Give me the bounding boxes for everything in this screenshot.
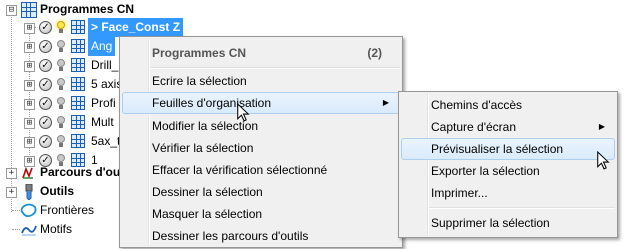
lightbulb-icon[interactable] <box>57 78 65 91</box>
menu-item-label: Ecrire la sélection <box>152 74 247 88</box>
tree-guide-line <box>12 229 20 230</box>
tree-node-label: Outils <box>40 184 75 198</box>
tree-node-label: 5 axis <box>91 77 123 91</box>
mouse-cursor-icon <box>597 151 610 170</box>
menu-item-label: Vérifier la sélection <box>152 141 254 155</box>
tree-node-label: Parcours d'outi <box>40 165 128 179</box>
tree-node-programmes-cn[interactable]: ⊟ Programmes CN <box>0 0 140 19</box>
nc-program-icon <box>71 96 85 110</box>
menu-item-draw-toolpaths[interactable]: Dessiner les parcours d'outils <box>122 225 400 247</box>
submenu: Chemins d'accès Capture d'écran ▶ Prévis… <box>398 91 618 238</box>
expand-icon[interactable]: ⊞ <box>24 118 35 129</box>
lightbulb-icon[interactable] <box>57 97 65 110</box>
menu-item-delete-selection[interactable]: Supprimer la sélection <box>401 212 615 234</box>
tree-node-label: Programmes CN <box>40 2 135 16</box>
menu-item-label: Capture d'écran <box>431 120 517 134</box>
tool-icon <box>25 184 33 200</box>
menu-item-preview-selection[interactable]: Prévisualiser la sélection <box>401 138 615 160</box>
check-icon[interactable]: ✓ <box>39 21 52 34</box>
menu-item-setup-sheets[interactable]: Feuilles d'organisation ▶ <box>122 92 400 114</box>
context-menu: Programmes CN (2) Ecrire la sélection Fe… <box>119 36 403 248</box>
toolpath-icon <box>22 166 33 179</box>
tree-node-label: Frontières <box>40 203 95 217</box>
menu-item-label: Effacer la vérification sélectionné <box>152 163 328 177</box>
boundary-icon <box>20 203 37 218</box>
tree-node-label: Ang <box>88 37 116 56</box>
nc-program-icon <box>71 39 85 53</box>
menu-item-label: Chemins d'accès <box>431 98 522 112</box>
lightbulb-icon[interactable] <box>57 40 65 53</box>
tree-node-patterns[interactable]: Motifs <box>0 220 130 239</box>
tree-node-label: 5ax_t <box>91 134 121 148</box>
expand-icon[interactable]: ⊞ <box>24 80 35 91</box>
check-icon[interactable]: ✓ <box>39 116 52 129</box>
nc-programs-icon <box>21 2 37 18</box>
menu-item-label: Masquer la sélection <box>152 207 263 221</box>
menu-item-label: Exporter la sélection <box>431 164 540 178</box>
nc-program-icon <box>71 134 85 148</box>
tree-node-toolpaths[interactable]: + Parcours d'outi <box>0 163 130 182</box>
tree-node-label: Profi <box>91 96 116 110</box>
nc-program-icon <box>71 58 85 72</box>
menu-item-screen-capture[interactable]: Capture d'écran ▶ <box>401 116 615 138</box>
nc-program-icon <box>71 115 85 129</box>
lightbulb-icon[interactable] <box>57 59 65 72</box>
check-icon[interactable]: ✓ <box>39 59 52 72</box>
tree-node-program-0[interactable]: ⊞ ✓ > Face_Const Z <box>0 18 200 37</box>
submenu-arrow-icon: ▶ <box>598 122 605 131</box>
menu-item-clear-verification[interactable]: Effacer la vérification sélectionné <box>122 159 400 181</box>
nc-program-icon <box>71 20 85 34</box>
expand-icon[interactable]: ⊞ <box>24 61 35 72</box>
menu-item-access-paths[interactable]: Chemins d'accès <box>401 94 615 116</box>
check-icon[interactable]: ✓ <box>39 97 52 110</box>
tree-node-label: Mult <box>91 115 114 129</box>
menu-item-hide-selection[interactable]: Masquer la sélection <box>122 203 400 225</box>
pattern-icon <box>21 225 37 236</box>
menu-item-write-selection[interactable]: Ecrire la sélection <box>122 70 400 92</box>
submenu-arrow-icon: ▶ <box>382 98 389 107</box>
tree-guide-line <box>12 210 20 211</box>
menu-item-edit-selection[interactable]: Modifier la sélection <box>122 115 400 137</box>
tree-node-boundaries[interactable]: Frontières <box>0 201 130 220</box>
nc-program-icon <box>71 77 85 91</box>
lightbulb-icon[interactable] <box>57 135 65 148</box>
menu-item-label: Dessiner les parcours d'outils <box>152 229 309 243</box>
expand-icon[interactable]: ⊞ <box>24 23 35 34</box>
menu-item-label: Imprimer... <box>431 186 488 200</box>
menu-separator <box>150 67 400 69</box>
check-icon[interactable]: ✓ <box>39 78 52 91</box>
lightbulb-icon[interactable] <box>57 116 65 129</box>
menu-item-label: Dessiner la sélection <box>152 185 263 199</box>
mouse-cursor-icon <box>237 103 250 122</box>
collapse-icon[interactable]: ⊟ <box>6 5 17 16</box>
menu-item-print[interactable]: Imprimer... <box>401 182 615 204</box>
tree-node-tools[interactable]: + Outils <box>0 182 130 201</box>
tree-node-label: Drill_ <box>91 58 119 72</box>
expand-icon[interactable]: ⊞ <box>24 42 35 53</box>
menu-separator <box>429 207 615 209</box>
expand-icon[interactable]: ⊞ <box>24 137 35 148</box>
context-menu-header: Programmes CN <box>152 46 247 60</box>
expand-icon[interactable]: ⊞ <box>24 99 35 110</box>
check-icon[interactable]: ✓ <box>39 40 52 53</box>
menu-item-label: Supprimer la sélection <box>431 216 550 230</box>
selection-count: (2) <box>367 46 382 60</box>
tree-node-label: > Face_Const Z <box>88 18 184 37</box>
expand-icon[interactable]: + <box>6 187 17 198</box>
menu-item-label: Feuilles d'organisation <box>152 96 272 110</box>
lightbulb-on-icon[interactable] <box>57 21 65 34</box>
menu-item-label: Prévisualiser la sélection <box>431 142 564 156</box>
check-icon[interactable]: ✓ <box>39 135 52 148</box>
menu-item-export-selection[interactable]: Exporter la sélection <box>401 160 615 182</box>
menu-item-draw-selection[interactable]: Dessiner la sélection <box>122 181 400 203</box>
menu-item-verify-selection[interactable]: Vérifier la sélection <box>122 137 400 159</box>
tree-node-label: Motifs <box>40 222 73 236</box>
expand-icon[interactable]: + <box>6 168 17 179</box>
